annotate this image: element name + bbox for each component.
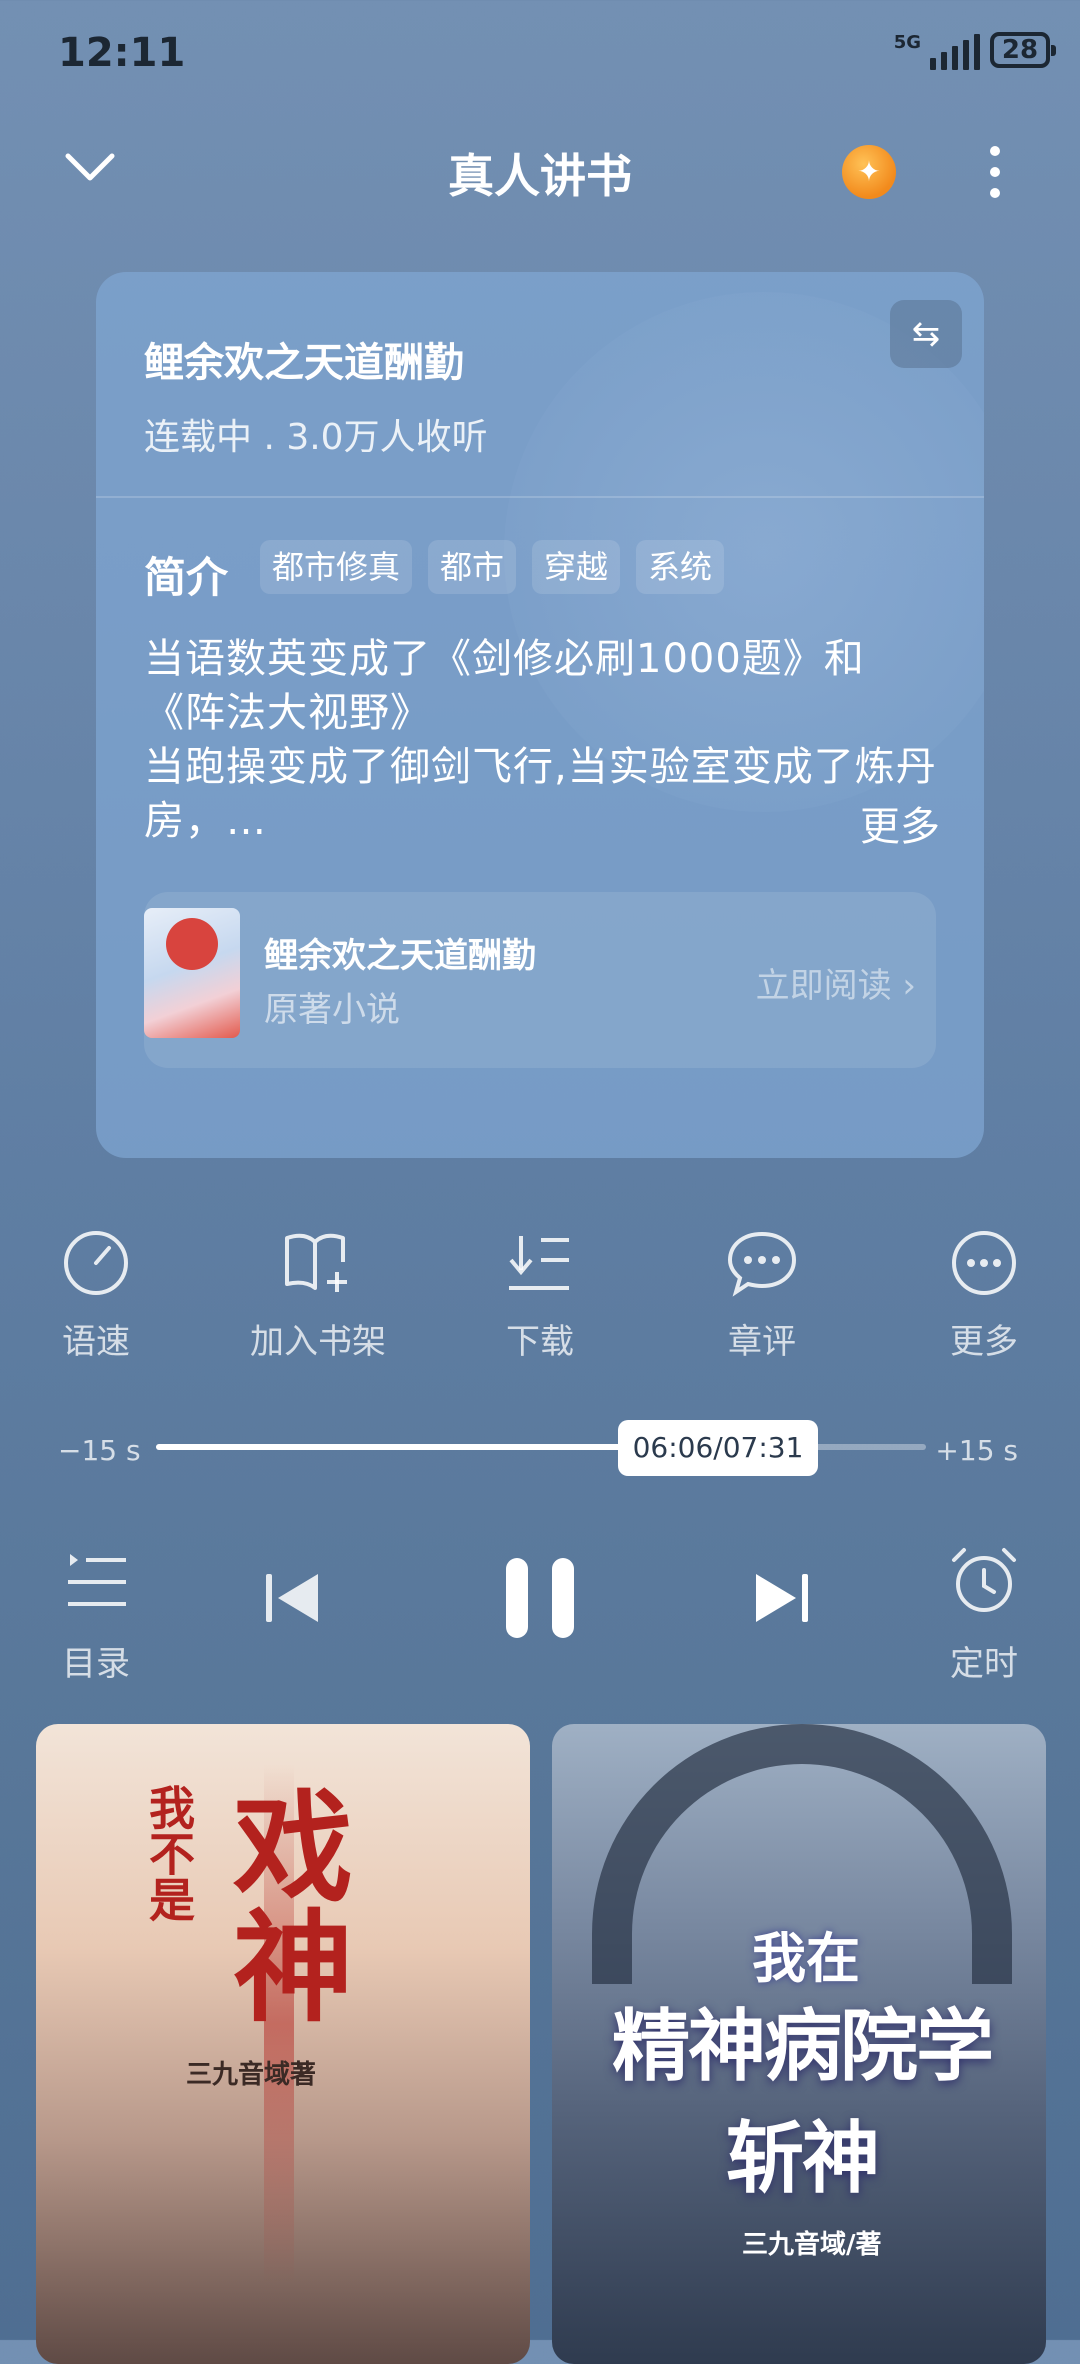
expand-description-link[interactable]: 更多 bbox=[860, 794, 940, 852]
cover-subtitle: 我不是 bbox=[142, 1784, 196, 1922]
more-icon bbox=[952, 1231, 1016, 1295]
tag-item[interactable]: 都市 bbox=[428, 540, 517, 594]
overflow-menu-icon[interactable] bbox=[990, 146, 1000, 198]
recommended-book-card[interactable]: 我在 精神病院学斩神 三九音域/著 bbox=[552, 1724, 1046, 2364]
tag-item[interactable]: 都市修真 bbox=[260, 540, 413, 594]
cover-author: 三九音域/著 bbox=[742, 2230, 882, 2260]
cover-title: 戏神 bbox=[212, 1784, 351, 2024]
recommended-book-card[interactable]: 我不是 戏神 三九音域著 bbox=[36, 1724, 530, 2364]
comment-icon bbox=[727, 1231, 797, 1297]
original-novel-cover bbox=[144, 908, 240, 1038]
divider bbox=[96, 496, 984, 498]
original-novel-subtitle: 原著小说 bbox=[264, 990, 400, 1030]
tag-list: 都市修真 都市 穿越 系统 bbox=[260, 540, 725, 594]
action-label: 语速 bbox=[62, 1322, 130, 1362]
read-now-link[interactable]: 立即阅读 › bbox=[756, 958, 916, 1007]
pause-icon[interactable] bbox=[504, 1556, 576, 1640]
alarm-clock-icon[interactable] bbox=[944, 1546, 1024, 1614]
status-time: 12:11 bbox=[58, 30, 186, 76]
add-bookshelf-button[interactable]: 加入书架 bbox=[238, 1220, 398, 1363]
cover-title: 精神病院学斩神 bbox=[611, 2002, 994, 2204]
book-description: 当语数英变成了《剑修必刷1000题》和《阵法大视野》 当跑操变成了御剑飞行,当实… bbox=[144, 636, 937, 844]
vip-badge-icon[interactable]: ✦ bbox=[842, 145, 896, 199]
more-button[interactable]: 更多 bbox=[904, 1220, 1064, 1363]
action-label: 下载 bbox=[506, 1322, 574, 1362]
intro-label: 简介 bbox=[144, 553, 229, 602]
swap-icon[interactable]: ⇆ bbox=[890, 300, 962, 368]
action-label: 更多 bbox=[950, 1322, 1018, 1362]
comment-button[interactable]: 章评 bbox=[682, 1220, 842, 1363]
action-label: 章评 bbox=[728, 1322, 796, 1362]
book-title: 鲤余欢之天道酬勤 bbox=[144, 340, 464, 386]
download-button[interactable]: 下载 bbox=[460, 1220, 620, 1363]
page-title: 真人讲书 bbox=[448, 149, 632, 203]
signal-icon: 5G bbox=[894, 34, 980, 70]
previous-track-icon[interactable] bbox=[262, 1570, 322, 1626]
speed-button[interactable]: 语速 bbox=[16, 1220, 176, 1363]
book-info-card: 鲤余欢之天道酬勤 连载中 . 3.0万人收听 ⇆ 简介 都市修真 都市 穿越 系… bbox=[96, 272, 984, 1158]
rewind-15s-button[interactable]: −15 s bbox=[58, 1434, 141, 1467]
download-icon bbox=[509, 1236, 569, 1290]
toc-label[interactable]: 目录 bbox=[56, 1636, 136, 1685]
original-novel-title: 鲤余欢之天道酬勤 bbox=[264, 936, 536, 976]
add-bookshelf-icon bbox=[285, 1233, 347, 1292]
cover-author: 三九音域著 bbox=[186, 2060, 317, 2090]
tag-item[interactable]: 系统 bbox=[636, 540, 725, 594]
original-novel-row[interactable]: 鲤余欢之天道酬勤 原著小说 立即阅读 › bbox=[144, 892, 936, 1068]
next-track-icon[interactable] bbox=[752, 1570, 812, 1626]
cover-subtitle: 我在 bbox=[752, 1927, 860, 1990]
tag-item[interactable]: 穿越 bbox=[532, 540, 621, 594]
table-of-contents-icon[interactable] bbox=[56, 1550, 136, 1614]
action-label: 加入书架 bbox=[250, 1322, 386, 1362]
forward-15s-button[interactable]: +15 s bbox=[935, 1434, 1018, 1467]
timer-label[interactable]: 定时 bbox=[944, 1636, 1024, 1685]
network-type: 5G bbox=[893, 32, 921, 53]
speed-icon bbox=[64, 1231, 128, 1295]
book-meta: 连载中 . 3.0万人收听 bbox=[144, 417, 488, 458]
battery-icon: 28 bbox=[990, 32, 1056, 68]
playback-position[interactable]: 06:06/07:31 bbox=[618, 1420, 818, 1476]
